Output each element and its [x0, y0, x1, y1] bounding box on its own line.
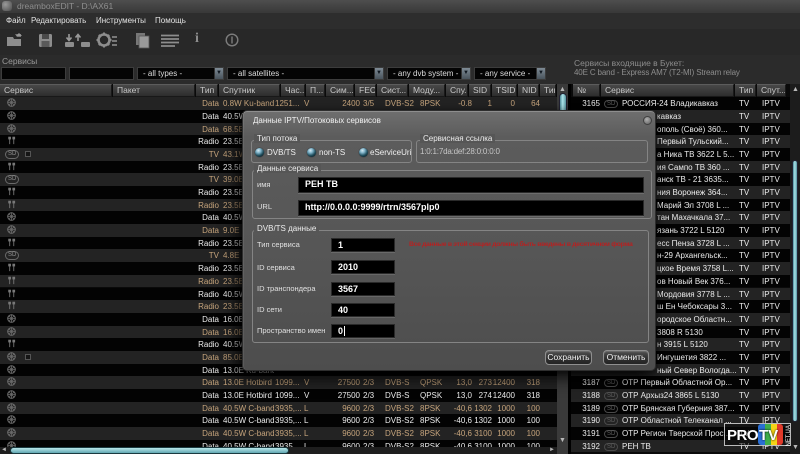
- svg-text:NET.UA: NET.UA: [786, 425, 792, 446]
